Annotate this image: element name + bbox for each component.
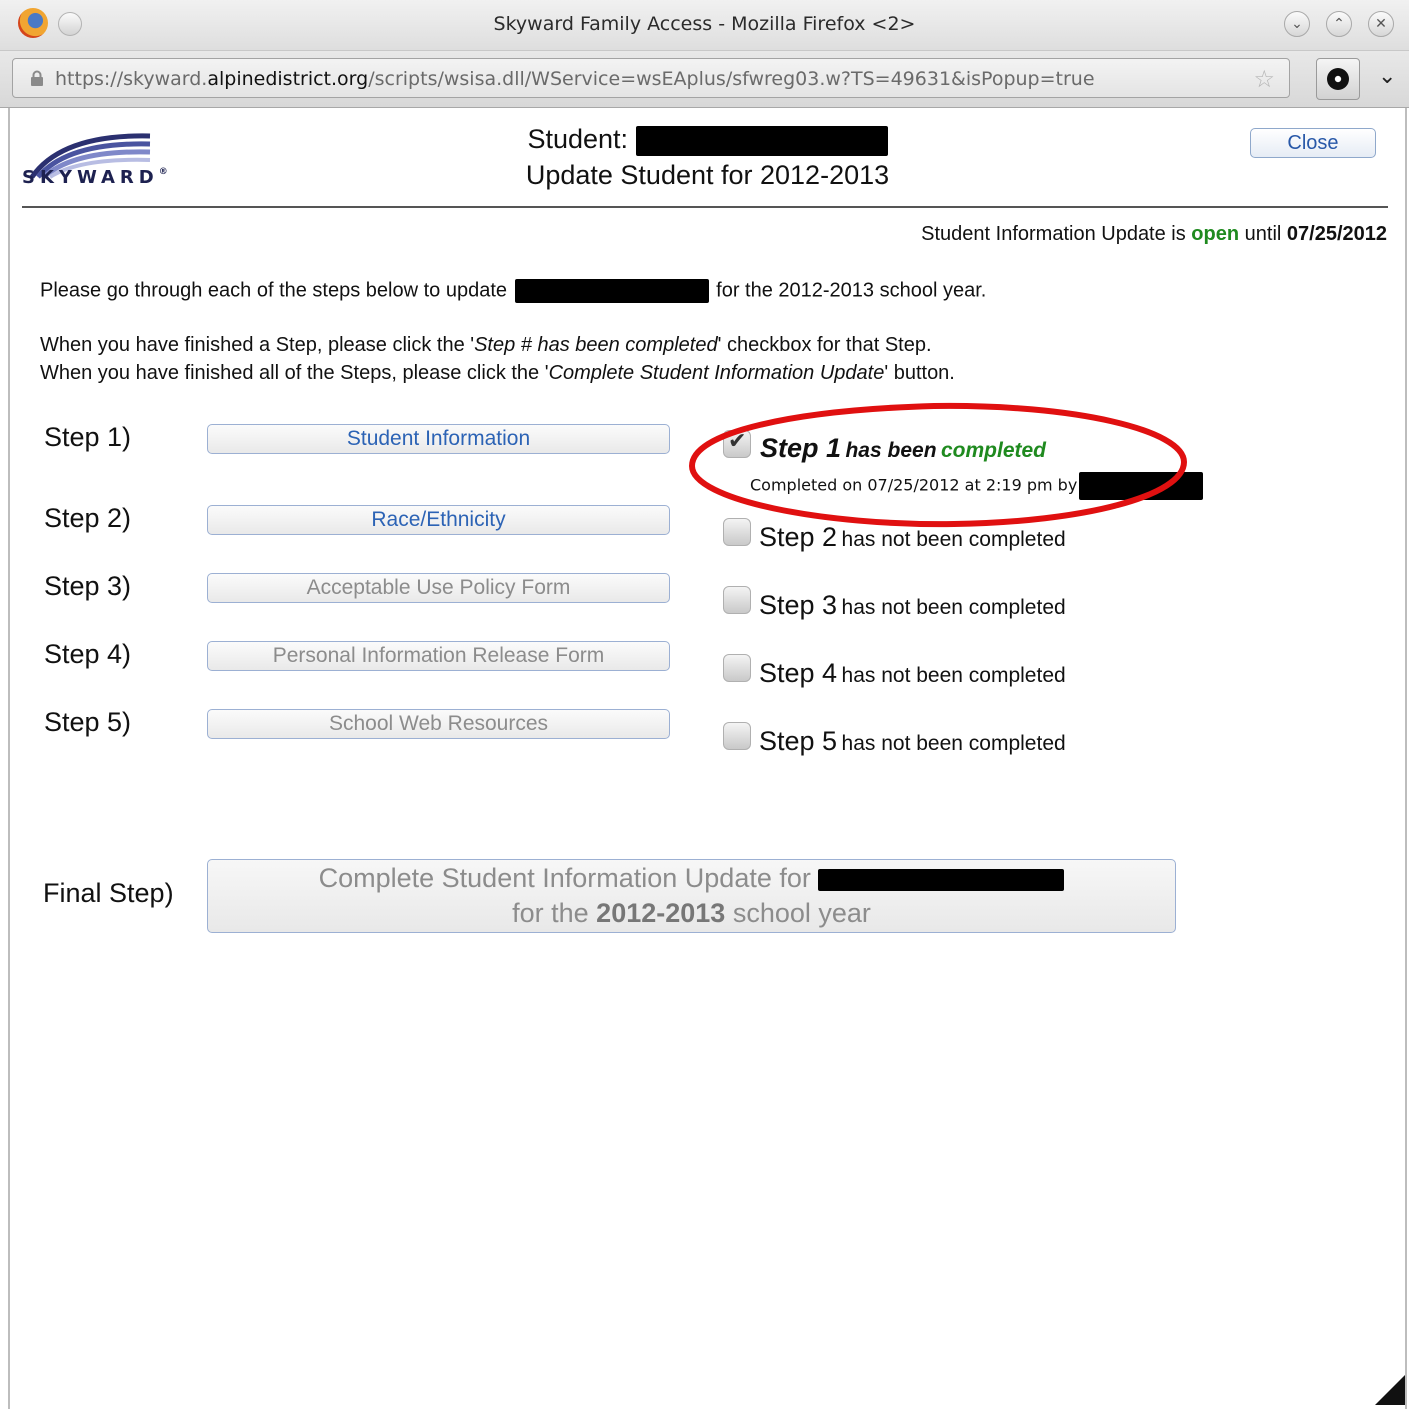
step-3-status: Step 3 has not been completed — [759, 590, 1066, 620]
deadline-date: 07/25/2012 — [1286, 223, 1387, 245]
step-4-status: Step 4 has not been completed — [759, 658, 1066, 688]
resize-grip-icon[interactable] — [1375, 1375, 1405, 1405]
minimize-icon[interactable]: ⌄ — [1284, 11, 1310, 37]
window-title: Skyward Family Access - Mozilla Firefox … — [493, 13, 916, 35]
chevron-down-icon[interactable]: ⌄ — [1378, 64, 1396, 89]
step-2-label: Step 2) — [44, 503, 132, 533]
step-3-label: Step 3) — [44, 571, 132, 601]
school-web-resources-button[interactable]: School Web Resources — [207, 709, 670, 739]
maximize-icon[interactable]: ⌃ — [1326, 11, 1352, 37]
student-heading: Student: — [10, 124, 1405, 156]
step-5-checkbox[interactable] — [723, 722, 751, 750]
url-text: https://skyward.alpinedistrict.org/scrip… — [55, 68, 1095, 90]
complete-update-line-1: Complete Student Information Update for — [208, 863, 1175, 894]
step-4-label: Step 4) — [44, 639, 132, 669]
redacted-final-name — [818, 868, 1065, 891]
update-window-notice: Student Information Update is open until… — [921, 223, 1387, 245]
complete-update-button[interactable]: Complete Student Information Update for … — [207, 859, 1176, 933]
extension-icon[interactable] — [1316, 58, 1360, 100]
step-3-checkbox[interactable] — [723, 586, 751, 614]
personal-information-release-button[interactable]: Personal Information Release Form — [207, 641, 670, 671]
url-bar[interactable]: https://skyward.alpinedistrict.org/scrip… — [12, 58, 1290, 98]
popup-page: SKYWARD® Student: Update Student for 201… — [10, 108, 1405, 1409]
student-information-button[interactable]: Student Information — [207, 424, 670, 454]
complete-update-line-2: for the 2012-2013 school year — [512, 898, 871, 928]
step-1-label: Step 1) — [44, 422, 132, 452]
instruction-line-3: When you have finished all of the Steps,… — [40, 362, 955, 384]
step-5-status: Step 5 has not been completed — [759, 726, 1066, 756]
redacted-student-name — [635, 125, 888, 156]
close-window-icon[interactable]: ✕ — [1368, 11, 1394, 37]
close-button[interactable]: Close — [1250, 128, 1376, 158]
step-5-label: Step 5) — [44, 707, 132, 737]
final-step-label: Final Step) — [43, 878, 174, 908]
page-title: Update Student for 2012-2013 — [525, 160, 890, 190]
navigation-bar: https://skyward.alpinedistrict.org/scrip… — [0, 51, 1409, 108]
acceptable-use-policy-button[interactable]: Acceptable Use Policy Form — [207, 573, 670, 603]
redacted-name — [514, 279, 709, 303]
instruction-line-1: Please go through each of the steps belo… — [40, 279, 987, 303]
step-4-checkbox[interactable] — [723, 654, 751, 682]
window-titlebar: Skyward Family Access - Mozilla Firefox … — [0, 0, 1409, 51]
race-ethnicity-button[interactable]: Race/Ethnicity — [207, 505, 670, 535]
open-status: open — [1191, 223, 1240, 245]
lock-icon — [31, 70, 43, 86]
instruction-line-2: When you have finished a Step, please cl… — [40, 334, 932, 356]
header-divider — [22, 206, 1388, 208]
bookmark-star-icon[interactable]: ☆ — [1253, 67, 1275, 91]
red-highlight-ellipse — [688, 402, 1188, 528]
